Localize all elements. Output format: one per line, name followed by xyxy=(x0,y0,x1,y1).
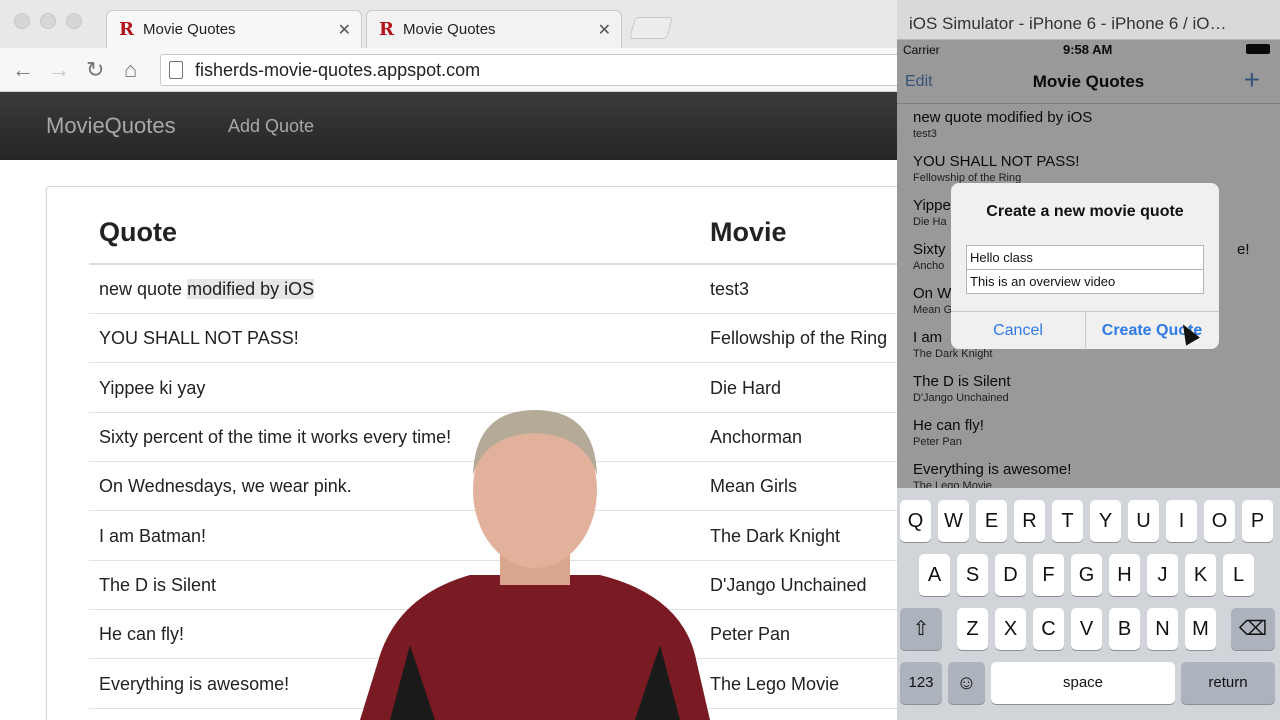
quote-column-header: Quote xyxy=(99,217,177,247)
window-close-button[interactable] xyxy=(14,13,30,29)
quote-cell: He can fly! xyxy=(99,624,185,644)
delete-key-icon[interactable]: ⌫ xyxy=(1231,608,1275,650)
quote-cell: On Wednesdays, we wear pink. xyxy=(99,476,352,496)
key[interactable]: W xyxy=(938,500,969,542)
key[interactable]: C xyxy=(1033,608,1064,650)
add-quote-link[interactable]: Add Quote xyxy=(228,116,314,137)
movie-cell: The Dark Knight xyxy=(710,526,841,546)
tab-title: Movie Quotes xyxy=(403,21,496,38)
key[interactable]: P xyxy=(1242,500,1273,542)
presenter-video-overlay xyxy=(360,410,710,720)
address-bar[interactable]: fisherds-movie-quotes.appspot.com xyxy=(160,54,920,86)
new-tab-button[interactable] xyxy=(629,17,673,39)
emoji-icon[interactable]: ☺ xyxy=(948,662,985,704)
key[interactable]: K xyxy=(1185,554,1216,596)
browser-tab-1[interactable]: R Movie Quotes ✕ xyxy=(106,10,362,48)
key[interactable]: G xyxy=(1071,554,1102,596)
key[interactable]: F xyxy=(1033,554,1064,596)
url-text: fisherds-movie-quotes.appspot.com xyxy=(195,60,481,80)
key[interactable]: T xyxy=(1052,500,1083,542)
site-logo-icon: R xyxy=(119,18,134,40)
key[interactable]: I xyxy=(1166,500,1197,542)
browser-tab-2[interactable]: R Movie Quotes ✕ xyxy=(366,10,622,48)
cancel-button[interactable]: Cancel xyxy=(951,322,1085,340)
key[interactable]: O xyxy=(1204,500,1235,542)
window-minimize-button[interactable] xyxy=(40,13,56,29)
key[interactable]: Y xyxy=(1090,500,1121,542)
back-arrow-icon[interactable]: ← xyxy=(12,57,34,83)
site-brand-link[interactable]: MovieQuotes xyxy=(46,113,176,139)
reload-icon[interactable]: ↻ xyxy=(86,57,104,83)
key[interactable]: R xyxy=(1014,500,1045,542)
movie-column-header: Movie xyxy=(710,217,787,247)
movie-cell: D'Jango Unchained xyxy=(710,575,867,595)
movie-cell: Mean Girls xyxy=(710,476,798,496)
close-icon[interactable]: ✕ xyxy=(598,20,611,40)
movie-input[interactable]: This is an overview video xyxy=(966,269,1204,294)
movie-cell: Die Hard xyxy=(710,378,782,398)
simulator-title: iOS Simulator - iPhone 6 - iPhone 6 / iO… xyxy=(897,0,1280,40)
quote-cell: The D is Silent xyxy=(99,575,217,595)
selected-text: modified by iOS xyxy=(187,279,315,299)
close-icon[interactable]: ✕ xyxy=(338,20,351,40)
key[interactable]: E xyxy=(976,500,1007,542)
alert-title: Create a new movie quote xyxy=(986,203,1184,220)
key[interactable]: N xyxy=(1147,608,1178,650)
window-zoom-button[interactable] xyxy=(66,13,82,29)
table-row[interactable]: new quote modified by iOS test3 xyxy=(89,265,949,314)
key[interactable]: S xyxy=(957,554,988,596)
movie-cell: Peter Pan xyxy=(710,624,791,644)
key[interactable]: J xyxy=(1147,554,1178,596)
movie-cell: The Lego Movie xyxy=(710,674,840,694)
site-logo-icon: R xyxy=(379,18,394,40)
create-quote-alert: Create a new movie quote Hello class Thi… xyxy=(951,183,1219,350)
quote-cell: Everything is awesome! xyxy=(99,674,290,694)
key[interactable]: M xyxy=(1185,608,1216,650)
key[interactable]: X xyxy=(995,608,1026,650)
numbers-key[interactable]: 123 xyxy=(900,662,942,704)
ios-keyboard: Q W E R T Y U I O P A S D F G H J K L ⇧ … xyxy=(897,488,1280,720)
movie-cell: test3 xyxy=(710,279,750,299)
key[interactable]: U xyxy=(1128,500,1159,542)
tab-title: Movie Quotes xyxy=(143,21,236,38)
key[interactable]: B xyxy=(1109,608,1140,650)
page-icon xyxy=(169,61,183,79)
quote-input[interactable]: Hello class xyxy=(966,245,1204,270)
iphone-screen: Carrier 9:58 AM Edit Movie Quotes + new … xyxy=(897,40,1280,720)
forward-arrow-icon[interactable]: → xyxy=(48,57,70,83)
table-row[interactable]: YOU SHALL NOT PASS! Fellowship of the Ri… xyxy=(89,314,949,363)
home-icon[interactable]: ⌂ xyxy=(124,57,137,83)
key[interactable]: D xyxy=(995,554,1026,596)
shift-key[interactable]: ⇧ xyxy=(900,608,942,650)
key[interactable]: Q xyxy=(900,500,931,542)
key[interactable]: V xyxy=(1071,608,1102,650)
return-key[interactable]: return xyxy=(1181,662,1275,704)
quote-cell: YOU SHALL NOT PASS! xyxy=(99,328,299,348)
quote-cell: Yippee ki yay xyxy=(99,378,206,398)
quote-cell: new quote modified by iOS xyxy=(99,279,315,299)
key[interactable]: H xyxy=(1109,554,1140,596)
key[interactable]: L xyxy=(1223,554,1254,596)
key[interactable]: Z xyxy=(957,608,988,650)
space-key[interactable]: space xyxy=(991,662,1175,704)
movie-cell: Anchorman xyxy=(710,427,803,447)
ios-simulator-window: iOS Simulator - iPhone 6 - iPhone 6 / iO… xyxy=(897,0,1280,720)
quote-cell: I am Batman! xyxy=(99,526,207,546)
key[interactable]: A xyxy=(919,554,950,596)
movie-cell: Fellowship of the Ring xyxy=(710,328,888,348)
